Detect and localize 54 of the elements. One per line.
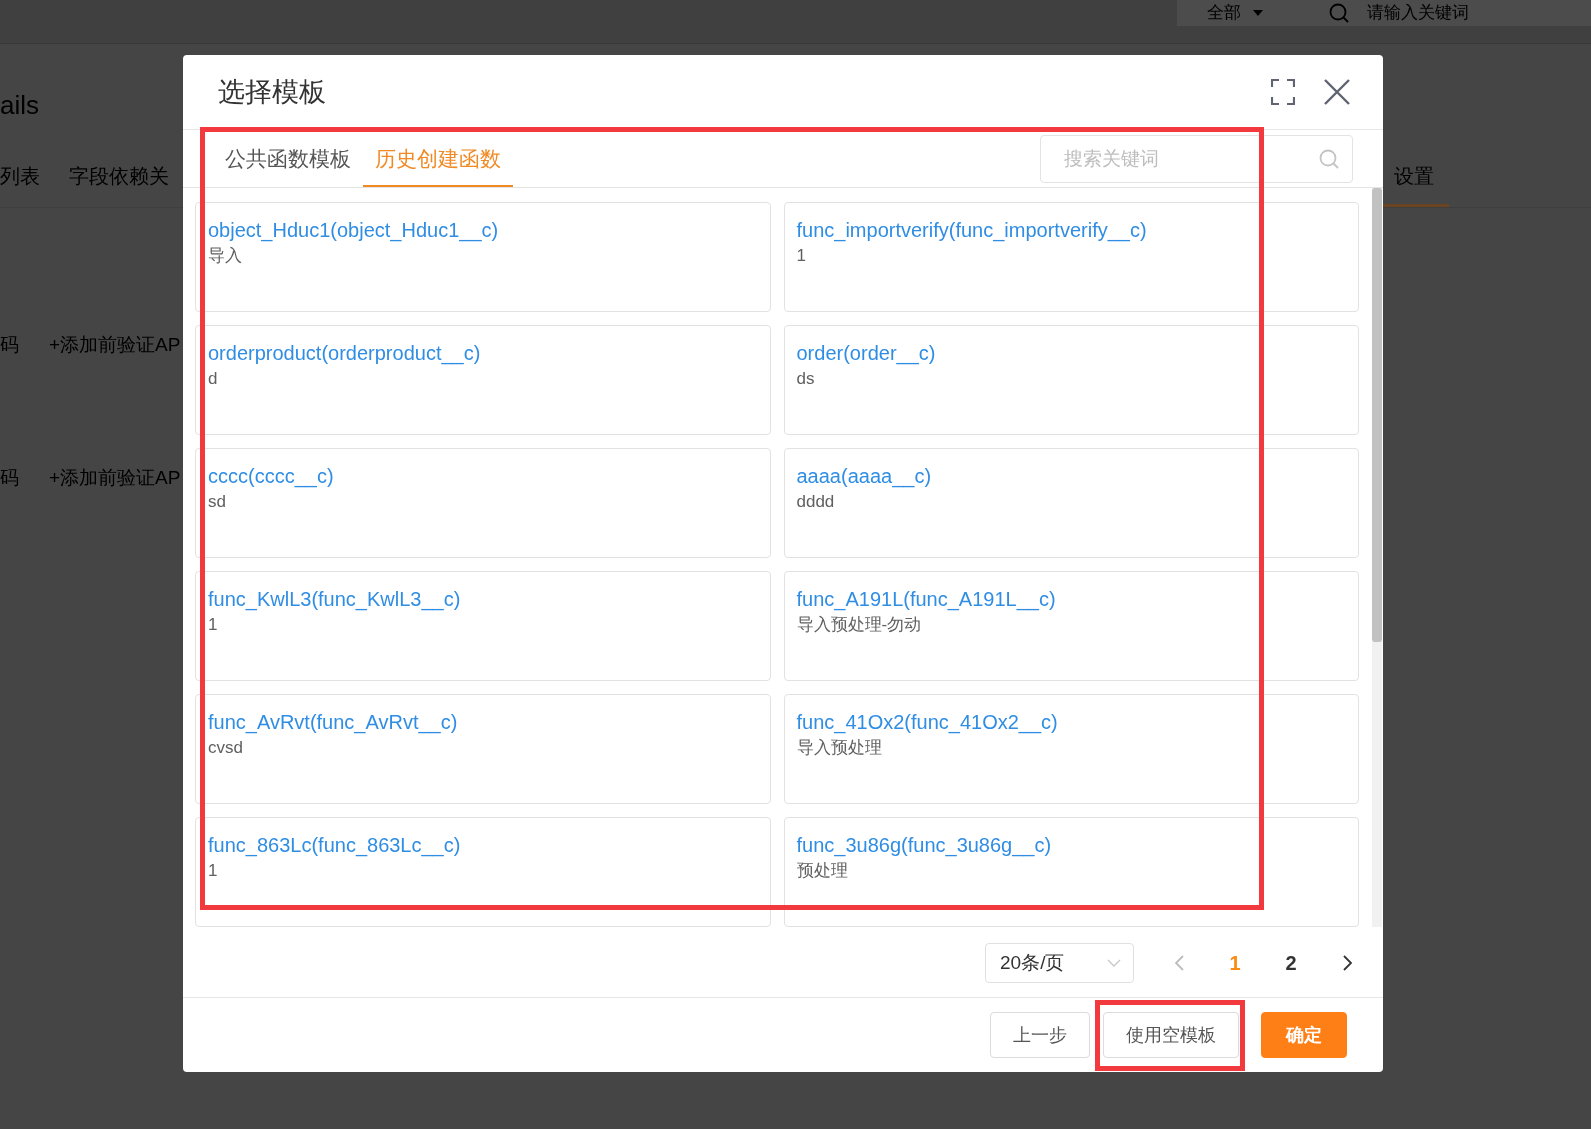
template-description: 1 (796, 245, 806, 267)
close-icon[interactable] (1324, 79, 1350, 105)
template-description: ds (796, 368, 815, 390)
caret-icon (1253, 10, 1263, 16)
template-description: 导入预处理 (796, 737, 882, 759)
page-title: ails (0, 90, 39, 120)
chevron-down-icon (1107, 959, 1121, 967)
template-name: func_importverify(func_importverify__c) (796, 218, 1147, 242)
template-card[interactable]: func_3u86g(func_3u86g__c) 预处理 (783, 817, 1359, 927)
footer-button[interactable]: 上一步 (990, 1012, 1090, 1058)
template-description: 1 (208, 860, 218, 882)
template-name: func_A191L(func_A191L__c) (796, 587, 1056, 611)
search-field[interactable]: 请输入关键词 (1299, 0, 1591, 26)
template-description: d (208, 368, 218, 390)
code-label: 码 (0, 465, 19, 490)
chevron-right-icon[interactable] (1342, 955, 1352, 971)
template-name: func_3u86g(func_3u86g__c) (796, 833, 1052, 857)
search-icon (1329, 3, 1349, 23)
dialog-title: 选择模板 (218, 75, 326, 109)
template-description: sd (208, 491, 226, 513)
template-description: 导入 (208, 245, 242, 267)
template-name: orderproduct(orderproduct__c) (208, 341, 481, 365)
template-card[interactable]: orderproduct(orderproduct__c) d (195, 325, 771, 435)
template-card[interactable]: cccc(cccc__c) sd (195, 448, 771, 558)
scrollbar-thumb[interactable] (1372, 188, 1382, 642)
template-name: func_41Ox2(func_41Ox2__c) (796, 710, 1058, 734)
template-card[interactable]: func_863Lc(func_863Lc__c) 1 (195, 817, 771, 927)
template-description: cvsd (208, 737, 243, 759)
template-card[interactable]: aaaa(aaaa__c) dddd (783, 448, 1359, 558)
page-button[interactable]: 2 (1275, 947, 1307, 979)
template-description: 预处理 (796, 860, 848, 882)
template-name: aaaa(aaaa__c) (796, 464, 932, 488)
page-size-select[interactable]: 20条/页 (985, 943, 1134, 983)
fullscreen-icon[interactable] (1271, 79, 1295, 105)
tab[interactable]: 公共函数模板 (213, 130, 363, 187)
footer-button[interactable]: 使用空模板 (1103, 1012, 1239, 1058)
template-description: 1 (208, 614, 218, 636)
template-name: func_863Lc(func_863Lc__c) (208, 833, 461, 857)
template-name: order(order__c) (796, 341, 936, 365)
template-name: object_Hduc1(object_Hduc1__c) (208, 218, 499, 242)
template-description: 导入预处理-勿动 (796, 614, 922, 636)
template-card[interactable]: func_41Ox2(func_41Ox2__c) 导入预处理 (783, 694, 1359, 804)
template-card[interactable]: func_A191L(func_A191L__c) 导入预处理-勿动 (783, 571, 1359, 681)
template-card[interactable]: object_Hduc1(object_Hduc1__c) 导入 (195, 202, 771, 312)
template-name: func_KwlL3(func_KwlL3__c) (208, 587, 461, 611)
template-name: func_AvRvt(func_AvRvt__c) (208, 710, 458, 734)
template-card[interactable]: func_AvRvt(func_AvRvt__c) cvsd (195, 694, 771, 804)
template-card[interactable]: func_KwlL3(func_KwlL3__c) 1 (195, 571, 771, 681)
template-card[interactable]: func_importverify(func_importverify__c) 1 (783, 202, 1359, 312)
template-name: cccc(cccc__c) (208, 464, 334, 488)
search-field[interactable]: 搜索关键词 (1040, 134, 1353, 183)
code-label: 码 (0, 332, 19, 357)
template-card[interactable]: order(order__c) ds (783, 325, 1359, 435)
template-description: dddd (796, 491, 835, 513)
